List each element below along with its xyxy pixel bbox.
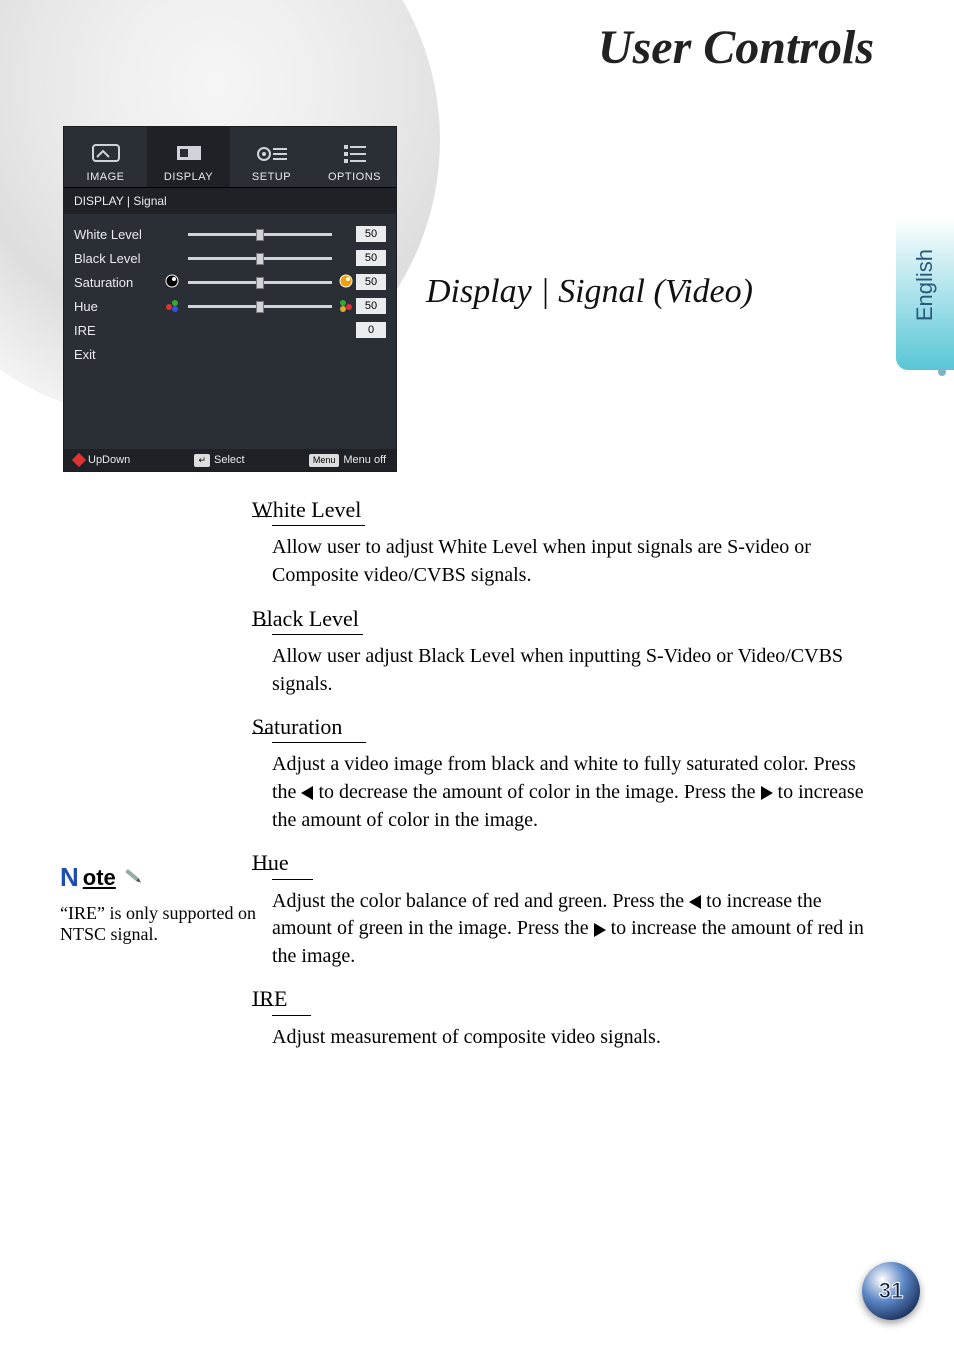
- lang-dot-icon: [938, 368, 946, 376]
- osd-row-value: 50: [356, 250, 386, 266]
- language-tab: English: [896, 200, 954, 370]
- diamond-icon: [72, 453, 86, 467]
- pencil-icon: [114, 860, 148, 895]
- osd-rows: White Level 50 Black Level 50 Saturation…: [64, 214, 396, 366]
- osd-footer: UpDown ↵ Select Menu Menu off: [64, 449, 396, 471]
- body-saturation: Adjust a video image from black and whit…: [272, 751, 872, 834]
- osd-row-hue[interactable]: Hue 50: [74, 294, 386, 318]
- osd-tab-display[interactable]: DISPLAY: [147, 127, 230, 187]
- right-arrow-icon: [761, 786, 773, 800]
- options-icon: [338, 141, 372, 167]
- osd-menu: IMAGE DISPLAY SETUP OPTIONS DISPLAY | Si…: [63, 126, 397, 472]
- hue-left-icon: [164, 297, 182, 316]
- osd-row-value: 50: [356, 274, 386, 290]
- osd-tab-options[interactable]: OPTIONS: [313, 127, 396, 187]
- heading-saturation: Saturation: [272, 712, 366, 743]
- page-number-badge: 31: [862, 1262, 920, 1320]
- note-box: Note “IRE” is only supported on NTSC sig…: [60, 862, 260, 945]
- content-body: White Level Allow user to adjust White L…: [272, 495, 872, 1065]
- enter-key-icon: ↵: [194, 454, 210, 467]
- page-title: User Controls: [598, 20, 874, 75]
- language-label: English: [912, 249, 938, 321]
- select-hint: ↵ Select: [194, 454, 244, 467]
- heading-black-level: Black Level: [272, 604, 363, 635]
- osd-tab-image[interactable]: IMAGE: [64, 127, 147, 187]
- osd-row-label: Hue: [74, 299, 164, 314]
- osd-tab-label: SETUP: [252, 171, 291, 183]
- osd-row-label: Black Level: [74, 251, 164, 266]
- heading-ire: IRE: [272, 984, 311, 1015]
- osd-tabs: IMAGE DISPLAY SETUP OPTIONS: [64, 127, 396, 188]
- osd-row-value: 50: [356, 298, 386, 314]
- note-label: Note: [60, 862, 260, 893]
- left-arrow-icon: [301, 786, 313, 800]
- body-ire: Adjust measurement of composite video si…: [272, 1024, 872, 1052]
- heading-hue: Hue: [272, 848, 313, 879]
- updown-hint: UpDown: [74, 454, 130, 466]
- menu-off-hint: Menu Menu off: [309, 454, 386, 467]
- osd-row-label: IRE: [74, 323, 164, 338]
- section-subheader: Display | Signal (Video): [426, 273, 753, 311]
- slider[interactable]: [188, 301, 332, 311]
- osd-row-label: Exit: [74, 347, 164, 362]
- menu-key-label: Menu: [309, 454, 340, 467]
- osd-tab-setup[interactable]: SETUP: [230, 127, 313, 187]
- osd-tab-label: IMAGE: [87, 171, 125, 183]
- body-black-level: Allow user adjust Black Level when input…: [272, 643, 872, 698]
- osd-row-white-level[interactable]: White Level 50: [74, 222, 386, 246]
- osd-breadcrumb: DISPLAY | Signal: [64, 188, 396, 214]
- left-arrow-icon: [689, 895, 701, 909]
- osd-tab-label: DISPLAY: [164, 171, 213, 183]
- display-icon: [172, 141, 206, 167]
- saturation-low-icon: [164, 273, 182, 292]
- hue-right-icon: [338, 297, 356, 316]
- setup-icon: [255, 141, 289, 167]
- osd-row-value: 50: [356, 226, 386, 242]
- osd-row-ire[interactable]: IRE 0: [74, 318, 386, 342]
- body-hue: Adjust the color balance of red and gree…: [272, 888, 872, 971]
- saturation-high-icon: [338, 273, 356, 292]
- note-text: “IRE” is only supported on NTSC signal.: [60, 903, 260, 945]
- slider[interactable]: [188, 253, 332, 263]
- heading-white-level: White Level: [272, 495, 365, 526]
- osd-row-label: Saturation: [74, 275, 164, 290]
- osd-tab-label: OPTIONS: [328, 171, 381, 183]
- slider[interactable]: [188, 229, 332, 239]
- osd-row-exit[interactable]: Exit: [74, 342, 386, 366]
- right-arrow-icon: [594, 923, 606, 937]
- osd-row-black-level[interactable]: Black Level 50: [74, 246, 386, 270]
- image-icon: [89, 141, 123, 167]
- osd-row-label: White Level: [74, 227, 164, 242]
- osd-row-saturation[interactable]: Saturation 50: [74, 270, 386, 294]
- slider[interactable]: [188, 277, 332, 287]
- osd-row-value: 0: [356, 322, 386, 338]
- body-white-level: Allow user to adjust White Level when in…: [272, 534, 872, 589]
